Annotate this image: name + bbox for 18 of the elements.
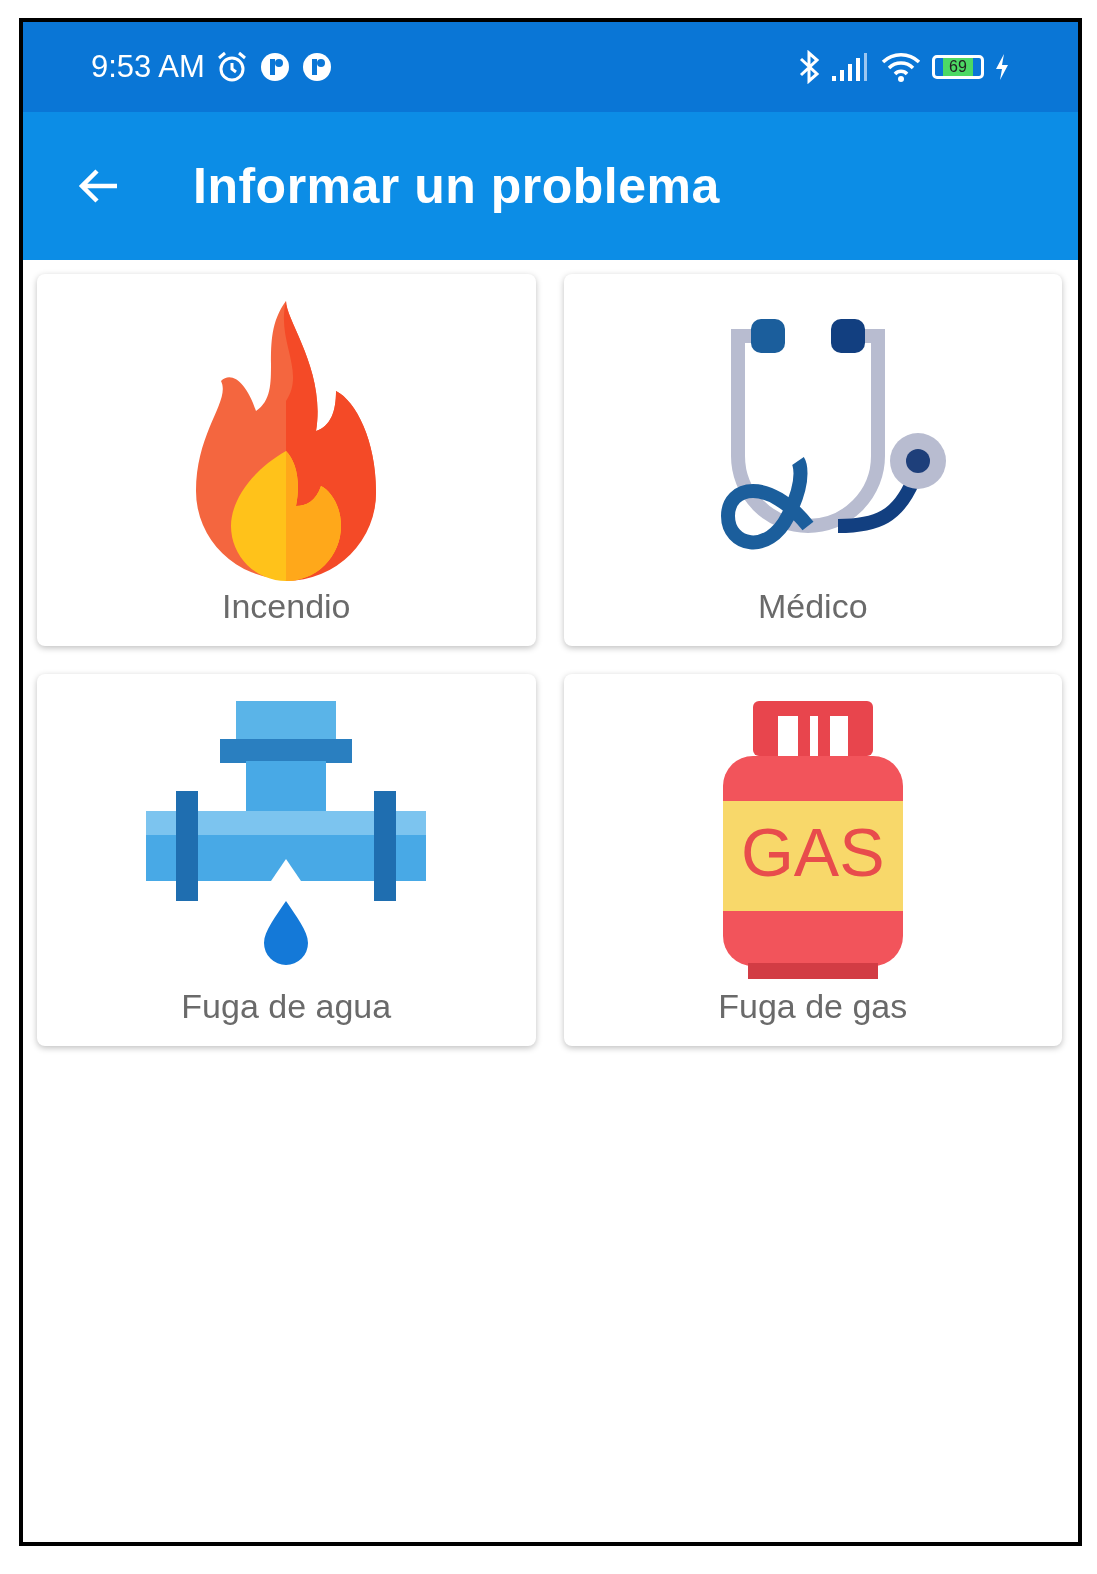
notification-icon (300, 51, 333, 83)
battery-percent: 69 (943, 58, 973, 76)
signal-icon (830, 52, 870, 82)
category-card[interactable]: GAS Fuga de gas (563, 674, 1062, 1046)
notification-icon (258, 51, 291, 83)
category-card[interactable]: Médico (563, 274, 1062, 646)
status-time: 9:53 AM (91, 49, 205, 85)
wifi-icon (880, 51, 922, 83)
category-label: Fuga de agua (181, 987, 392, 1026)
charging-icon (994, 53, 1010, 81)
cylinder-label: GAS (739, 813, 886, 891)
category-card[interactable]: Fuga de agua (37, 674, 536, 1046)
category-label: Médico (757, 587, 868, 626)
bluetooth-icon (798, 50, 820, 84)
screen-title: Informar un problema (193, 157, 720, 215)
category-label: Incendio (221, 587, 351, 626)
category-card[interactable]: Incendio (37, 274, 536, 646)
category-label: Fuga de gas (718, 987, 908, 1026)
